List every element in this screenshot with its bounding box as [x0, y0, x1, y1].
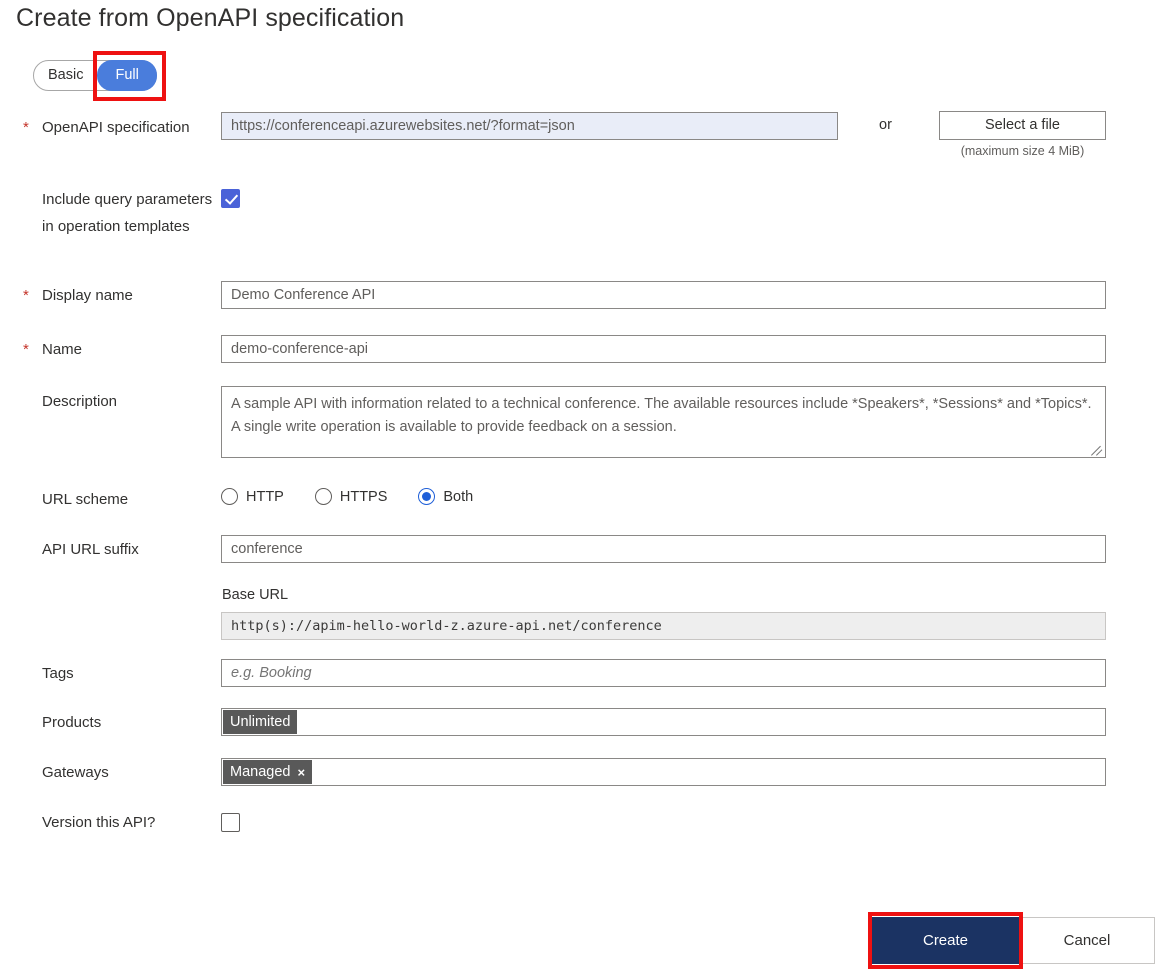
- base-url-readonly-field: http(s)://apim-hello-world-z.azure-api.n…: [221, 612, 1106, 640]
- toggle-option-full[interactable]: Full: [97, 60, 157, 91]
- view-mode-toggle[interactable]: Basic Full: [33, 60, 157, 91]
- resize-handle-icon[interactable]: [1091, 443, 1103, 456]
- radio-circle-icon: [221, 488, 238, 505]
- or-separator-text: or: [879, 117, 892, 133]
- radio-label-both: Both: [443, 488, 474, 505]
- required-indicator-display-name: *: [23, 287, 29, 304]
- radio-url-scheme-http[interactable]: HTTP: [221, 488, 284, 505]
- display-name-input[interactable]: Demo Conference API: [221, 281, 1106, 309]
- label-display-name: Display name: [42, 287, 133, 304]
- openapi-spec-url-input[interactable]: https://conferenceapi.azurewebsites.net/…: [221, 112, 838, 140]
- label-include-query-parameters: Include query parameters in operation te…: [42, 191, 213, 235]
- chip-remove-icon[interactable]: ×: [297, 766, 305, 779]
- create-button[interactable]: Create: [872, 917, 1019, 964]
- page-title: Create from OpenAPI specification: [16, 4, 405, 32]
- chip-label: Unlimited: [230, 714, 291, 730]
- label-gateways: Gateways: [42, 764, 109, 781]
- url-scheme-radio-group[interactable]: HTTP HTTPS Both: [221, 488, 473, 505]
- product-chip-unlimited[interactable]: Unlimited: [223, 710, 298, 734]
- products-input[interactable]: Unlimited: [221, 708, 1106, 736]
- cancel-button[interactable]: Cancel: [1019, 917, 1155, 964]
- label-base-url: Base URL: [222, 587, 289, 603]
- gateway-chip-managed[interactable]: Managed ×: [223, 760, 313, 784]
- include-query-parameters-checkbox[interactable]: [221, 189, 240, 208]
- label-tags: Tags: [42, 665, 74, 682]
- label-url-scheme: URL scheme: [42, 491, 129, 508]
- file-size-hint: (maximum size 4 MiB): [960, 144, 1085, 158]
- label-version-this-api: Version this API?: [42, 814, 156, 831]
- radio-url-scheme-https[interactable]: HTTPS: [314, 488, 388, 505]
- required-indicator-openapi-spec: *: [23, 119, 29, 136]
- radio-url-scheme-both[interactable]: Both: [418, 488, 473, 505]
- api-url-suffix-input[interactable]: conference: [221, 535, 1106, 563]
- select-a-file-button[interactable]: Select a file: [939, 111, 1106, 140]
- radio-circle-icon: [314, 488, 332, 505]
- radio-circle-selected-icon: [418, 488, 436, 505]
- radio-label-http: HTTP: [246, 488, 284, 505]
- description-text: A sample API with information related to…: [231, 396, 1092, 435]
- gateways-input[interactable]: Managed ×: [221, 758, 1106, 786]
- label-products: Products: [42, 714, 102, 731]
- tags-input[interactable]: e.g. Booking: [221, 659, 1106, 687]
- label-description: Description: [42, 393, 118, 410]
- label-name: Name: [42, 341, 83, 358]
- toggle-option-basic[interactable]: Basic: [34, 61, 97, 90]
- name-input[interactable]: demo-conference-api: [221, 335, 1106, 363]
- version-this-api-checkbox[interactable]: [221, 813, 240, 832]
- label-openapi-specification: OpenAPI specification: [42, 119, 190, 136]
- chip-label: Managed: [230, 764, 291, 780]
- required-indicator-name: *: [23, 341, 29, 358]
- label-api-url-suffix: API URL suffix: [42, 541, 139, 558]
- radio-label-https: HTTPS: [339, 488, 388, 505]
- description-textarea[interactable]: A sample API with information related to…: [221, 386, 1106, 458]
